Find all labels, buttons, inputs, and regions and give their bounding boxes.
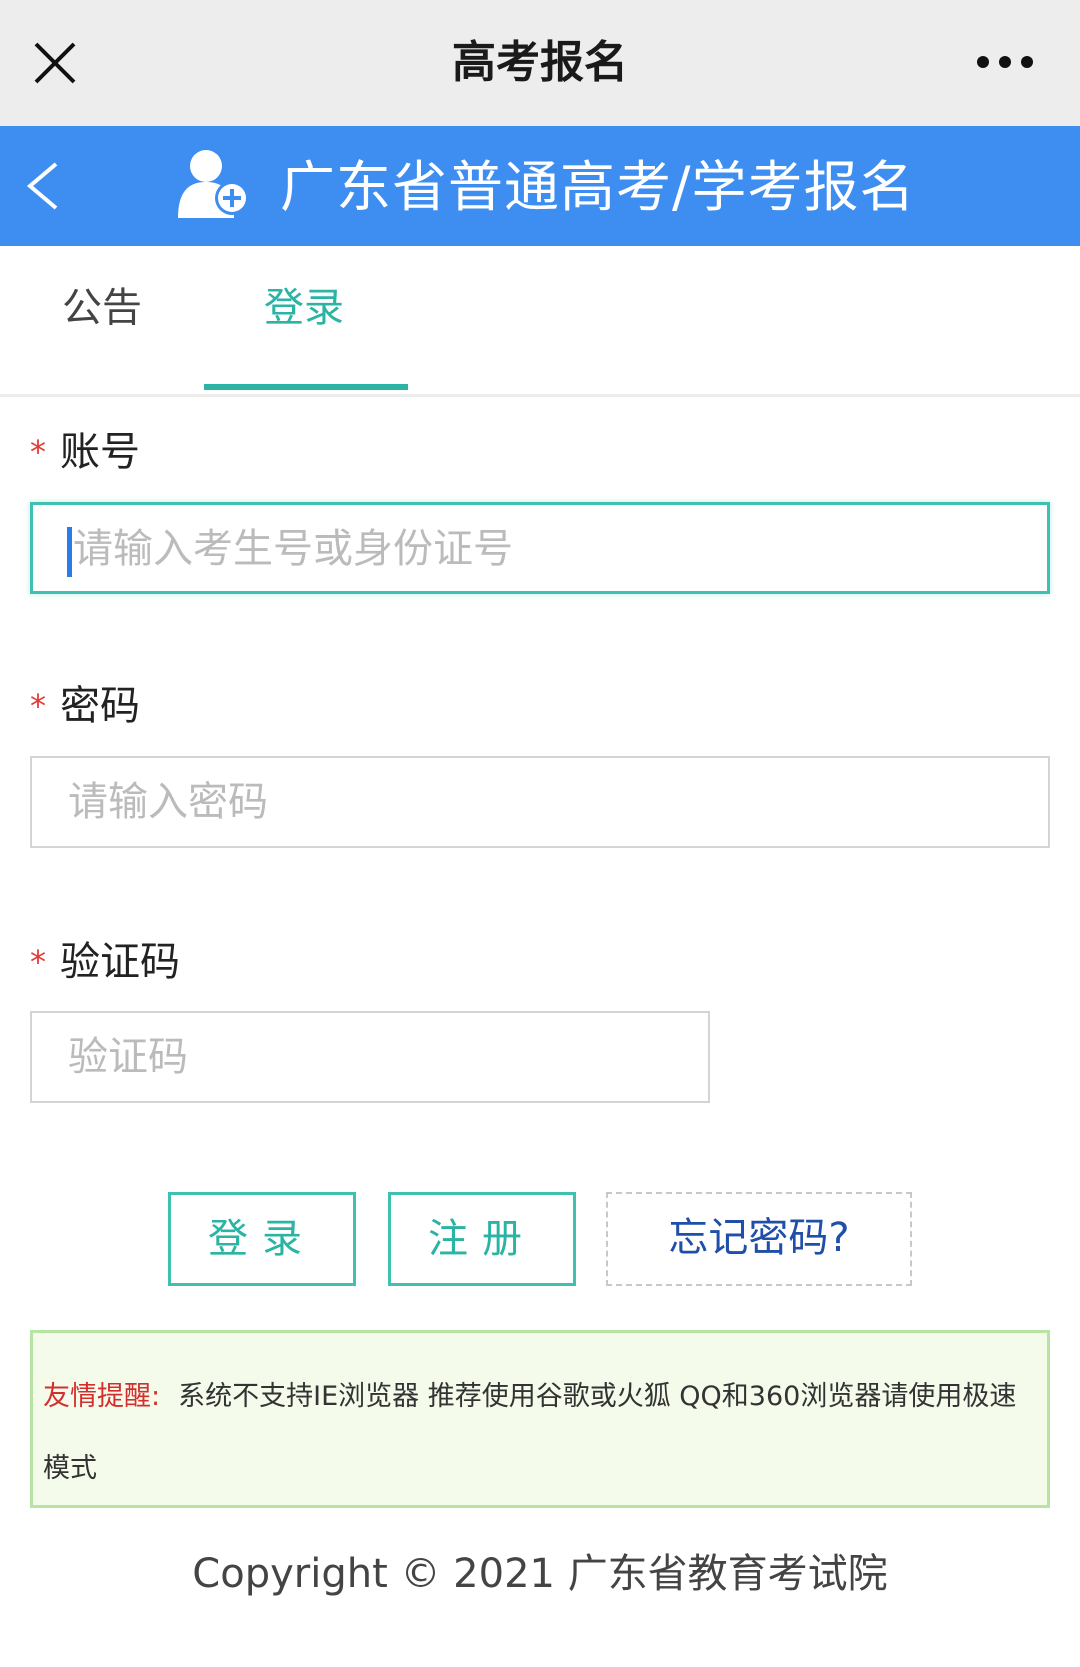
account-label-text: 账号	[60, 429, 140, 475]
window-title: 高考报名	[452, 37, 628, 88]
page-title: 广东省普通高考/学考报名	[280, 155, 916, 219]
password-placeholder: 请输入密码	[68, 779, 268, 825]
captcha-label: * 验证码	[30, 934, 180, 990]
password-label-text: 密码	[60, 683, 140, 729]
notice-label: 友情提醒:	[43, 1381, 161, 1412]
account-label: * 账号	[30, 424, 140, 480]
tab-bar: 公告 登录	[0, 246, 1080, 397]
more-button[interactable]	[975, 50, 1055, 74]
user-add-icon	[178, 150, 249, 218]
password-label: * 密码	[30, 678, 140, 734]
forgot-password-button[interactable]: 忘记密码?	[606, 1192, 912, 1286]
copyright: Copyright © 2021 广东省教育考试院	[192, 1551, 888, 1597]
tab-notice[interactable]: 公告	[62, 280, 142, 336]
page-header: 广东省普通高考/学考报名	[0, 126, 1080, 246]
text-caret	[67, 527, 72, 577]
account-placeholder: 请输入考生号或身份证号	[73, 526, 513, 572]
login-button[interactable]: 登录	[168, 1192, 356, 1286]
back-chevron-icon	[26, 162, 58, 210]
browser-notice: 友情提醒: 系统不支持IE浏览器 推荐使用谷歌或火狐 QQ和360浏览器请使用极速…	[30, 1330, 1050, 1508]
required-mark: *	[30, 433, 46, 471]
more-dots-icon	[977, 56, 1033, 68]
required-mark: *	[30, 687, 46, 725]
notice-text: 系统不支持IE浏览器 推荐使用谷歌或火狐 QQ和360浏览器请使用极速模式	[43, 1381, 1017, 1484]
active-tab-indicator	[204, 384, 408, 390]
top-nav-bar: 高考报名	[0, 0, 1080, 126]
back-button[interactable]	[20, 150, 70, 222]
required-mark: *	[30, 943, 46, 981]
captcha-placeholder: 验证码	[68, 1034, 188, 1080]
tab-login[interactable]: 登录	[264, 280, 344, 336]
captcha-input[interactable]: 验证码	[30, 1011, 710, 1103]
account-input[interactable]: 请输入考生号或身份证号	[30, 502, 1050, 594]
password-input[interactable]: 请输入密码	[30, 756, 1050, 848]
captcha-label-text: 验证码	[60, 939, 180, 985]
register-button[interactable]: 注册	[388, 1192, 576, 1286]
